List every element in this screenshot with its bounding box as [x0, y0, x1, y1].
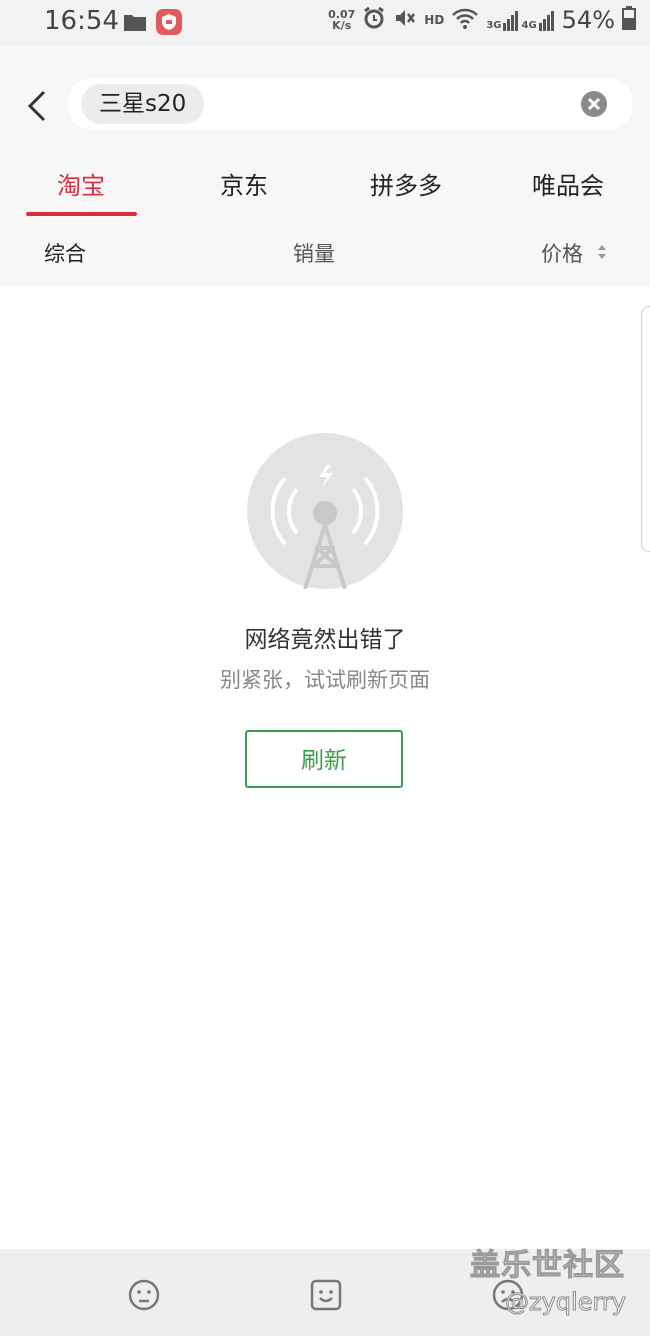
- net-speed-unit: K/s: [332, 19, 352, 32]
- watermark-handle: @zyqlerry: [505, 1288, 627, 1317]
- watermark-title: 盖乐世社区: [470, 1248, 625, 1284]
- sort-price[interactable]: 价格: [541, 238, 583, 268]
- sort-arrows-icon: [596, 244, 608, 264]
- search-query-chip[interactable]: 三星s20: [81, 84, 205, 124]
- tab-jd[interactable]: 京东: [220, 166, 268, 201]
- net-speed: 0.07 K/s: [328, 9, 355, 31]
- tab-taobao[interactable]: 淘宝: [57, 166, 105, 201]
- shield-app-icon: [156, 9, 182, 39]
- network-tower-icon: [247, 433, 403, 590]
- battery-icon: [622, 6, 636, 34]
- sort-overall[interactable]: 综合: [44, 238, 86, 268]
- error-subtitle: 别紧张，试试刷新页面: [220, 668, 430, 692]
- status-bar: 16:54 0.07 K/s HD 3G 4G 54%: [0, 0, 650, 46]
- search-input[interactable]: 三星s20: [67, 78, 633, 130]
- scrollbar[interactable]: [641, 306, 650, 552]
- chevron-left-icon: [27, 90, 46, 122]
- clear-icon[interactable]: [581, 91, 607, 117]
- error-title: 网络竟然出错了: [244, 627, 406, 653]
- platform-tabs: 淘宝 京东 拼多多 唯品会: [0, 152, 650, 216]
- search-header: 三星s20 淘宝 京东 拼多多 唯品会 综合 销量 价格: [0, 46, 650, 286]
- confused-face-icon[interactable]: [128, 1279, 160, 1311]
- status-time: 16:54: [44, 6, 119, 36]
- signal-3g-label: 3G: [486, 20, 502, 31]
- smile-face-icon[interactable]: [310, 1279, 342, 1311]
- status-right-group: 0.07 K/s HD 3G 4G 54%: [328, 6, 636, 34]
- tab-vipshop[interactable]: 唯品会: [532, 166, 604, 201]
- tab-pinduoduo[interactable]: 拼多多: [370, 166, 442, 201]
- sort-sales[interactable]: 销量: [293, 238, 335, 268]
- alarm-icon: [362, 6, 386, 34]
- mute-icon: [393, 6, 417, 34]
- folder-icon: [123, 12, 147, 36]
- sort-bar: 综合 销量 价格: [0, 216, 650, 286]
- back-button[interactable]: [22, 86, 52, 126]
- signal-icon: 3G 4G: [486, 9, 554, 31]
- battery-percent: 54%: [561, 6, 615, 34]
- hd-label: HD: [424, 13, 445, 27]
- wifi-icon: [451, 6, 479, 34]
- signal-4g-label: 4G: [521, 20, 537, 31]
- refresh-button[interactable]: 刷新: [245, 730, 403, 788]
